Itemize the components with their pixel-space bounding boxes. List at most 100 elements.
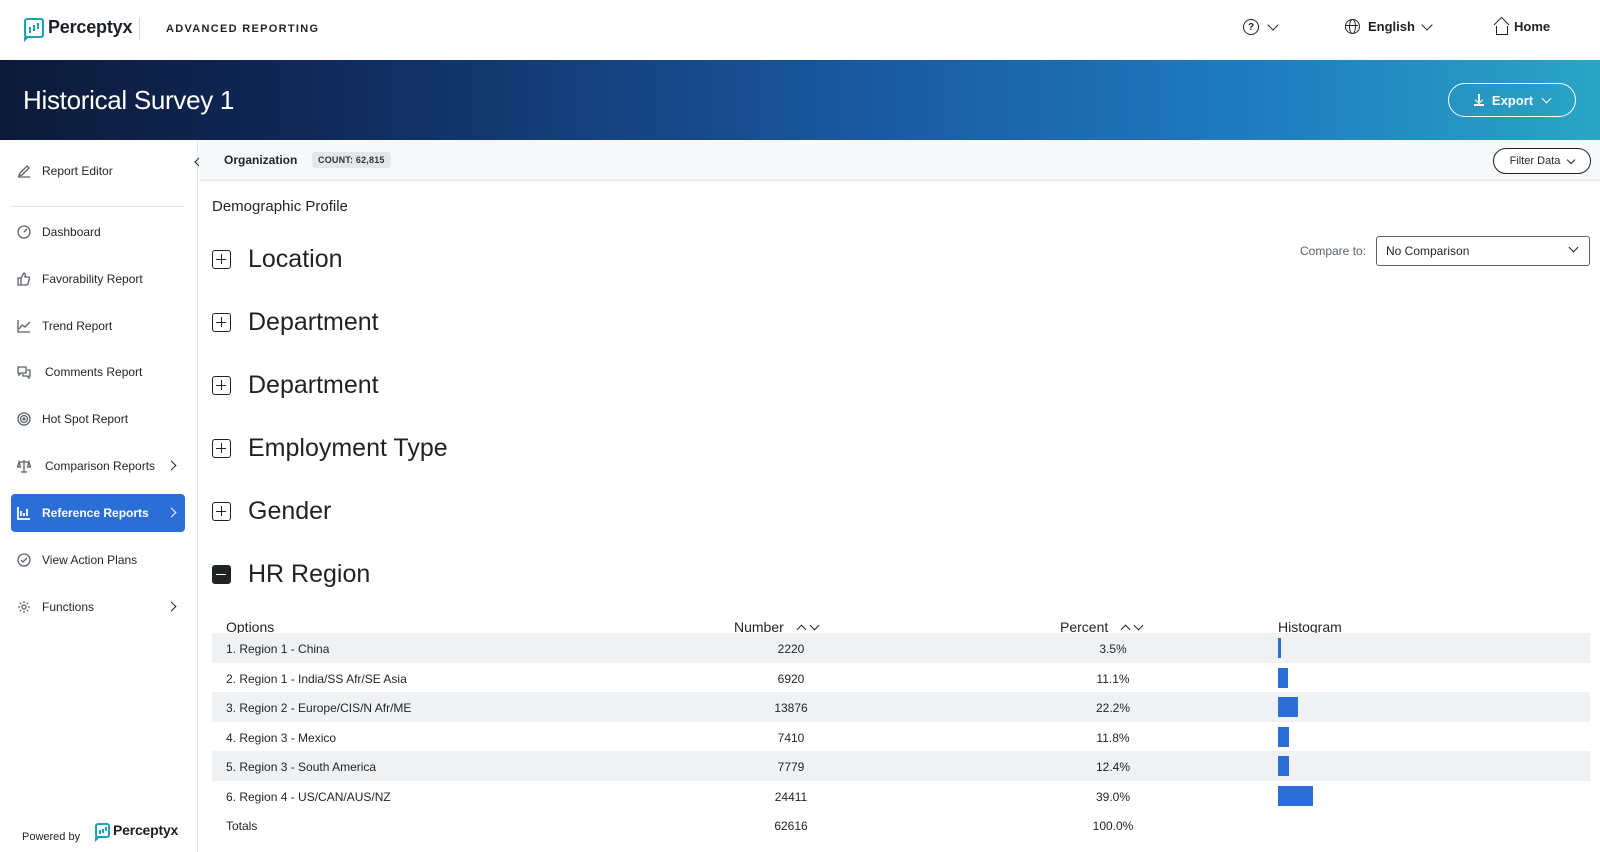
expand-icon[interactable] [212,439,231,458]
percent-cell: 3.5% [1099,642,1127,656]
section-gender[interactable]: Gender [212,497,331,526]
sidebar-item-comparison-reports[interactable]: Comparison Reports [11,447,185,485]
help-icon: ? [1243,19,1259,35]
number-cell: 2220 [777,642,805,656]
sort-descending-icon[interactable] [809,620,820,631]
organization-label: Organization [224,153,298,167]
expand-icon[interactable] [212,376,231,395]
gauge-icon [17,225,31,239]
compare-to-label: Compare to: [1300,244,1367,258]
language-selector[interactable]: English [1345,18,1433,34]
table-totals-row: Totals 62616 100.0% [212,810,1590,840]
histogram-bar [1278,786,1314,806]
sidebar-item-dashboard[interactable]: Dashboard [11,213,185,251]
powered-by-label: Powered by [22,831,81,843]
section-title: Department [248,308,379,336]
perceptyx-logo[interactable]: Perceptyx [24,17,133,42]
section-title: HR Region [248,560,371,588]
pencil-icon [17,165,30,178]
section-title: Employment Type [248,434,448,462]
header-divider [139,18,140,40]
bar-chart-icon [17,507,30,520]
totals-label: Totals [226,819,258,833]
collapse-icon[interactable] [212,565,231,584]
powered-brand-name: Perceptyx [113,822,179,838]
number-cell: 13876 [774,701,808,715]
section-title: Location [248,245,343,273]
globe-icon [1345,19,1360,34]
histogram-bar [1278,668,1288,688]
gear-icon [18,601,30,613]
percent-cell: 11.8% [1096,731,1130,745]
percent-cell: 22.2% [1095,701,1131,715]
section-title: Department [248,371,379,399]
sidebar-item-favorability-report[interactable]: Favorability Report [11,260,185,298]
sidebar-item-comments-report[interactable]: Comments Report [11,353,185,391]
section-department-2[interactable]: Department [212,371,379,400]
chevron-right-icon [166,460,177,471]
scale-icon [17,459,31,473]
section-hr-region[interactable]: HR Region [212,560,370,589]
option-cell: 2. Region 1 - India/SS Afr/SE Asia [226,672,407,686]
number-cell: 7779 [777,760,805,774]
section-location[interactable]: Location [212,245,343,274]
table-row: 3. Region 2 - Europe/CIS/N Afr/ME 13876 … [212,692,1590,722]
sidebar-item-label: Hot Spot Report [42,412,129,426]
histogram-bar [1278,727,1289,747]
sidebar-item-label: Trend Report [42,319,113,333]
percent-cell: 11.1% [1096,672,1130,686]
table-row: 4. Region 3 - Mexico 7410 11.8% [212,722,1590,752]
chevron-down-icon [1267,19,1279,31]
chevron-down-icon [1568,242,1579,253]
home-link[interactable]: Home [1494,19,1550,35]
expand-icon[interactable] [212,313,231,332]
export-label: Export [1491,92,1534,108]
page-banner: Historical Survey 1 Export [0,60,1600,140]
sidebar-item-view-action-plans[interactable]: View Action Plans [11,541,185,579]
chevron-right-icon [166,507,177,518]
sidebar-item-label: Reference Reports [42,506,149,520]
export-button[interactable]: Export [1448,83,1576,117]
expand-icon[interactable] [212,502,231,521]
sidebar-item-reference-reports[interactable]: Reference Reports [11,494,185,532]
sidebar-item-label: Favorability Report [42,272,143,286]
percent-cell: 12.4% [1095,760,1131,774]
top-bar: Perceptyx ADVANCED REPORTING ? English H… [0,0,1600,60]
option-cell: 5. Region 3 - South America [226,760,377,774]
download-icon [1473,94,1484,106]
table-row: 6. Region 4 - US/CAN/AUS/NZ 24411 39.0% [212,781,1590,811]
language-label: English [1368,19,1415,34]
number-cell: 24411 [774,790,808,804]
option-cell: 3. Region 2 - Europe/CIS/N Afr/ME [226,701,412,715]
section-department[interactable]: Department [212,308,379,337]
histogram-bar [1278,697,1298,717]
app-section-name: ADVANCED REPORTING [166,23,320,35]
sidebar-item-label: Comparison Reports [45,459,156,473]
compare-to-value: No Comparison [1386,244,1470,258]
brand-name: Perceptyx [48,17,133,37]
option-cell: 4. Region 3 - Mexico [226,731,337,745]
chevron-down-icon [1421,18,1433,31]
sidebar-item-label: Report Editor [42,164,113,178]
sidebar-item-label: View Action Plans [42,553,138,567]
chat-bubbles-icon [17,366,31,379]
compare-to-select[interactable]: No Comparison [1376,236,1590,266]
sidebar-item-trend-report[interactable]: Trend Report [11,307,185,345]
expand-icon[interactable] [212,250,231,269]
section-title: Gender [248,497,332,525]
filter-data-button[interactable]: Filter Data [1493,148,1591,174]
table-row: 1. Region 1 - China 2220 3.5% [212,633,1590,663]
help-menu-button[interactable]: ? [1243,19,1279,35]
number-cell: 6920 [777,672,805,686]
option-cell: 6. Region 4 - US/CAN/AUS/NZ [226,790,391,804]
filter-bar: Organization COUNT: 62,815 Filter Data [199,140,1600,181]
trend-line-icon [17,320,31,333]
sidebar-item-report-editor[interactable]: Report Editor [11,152,185,190]
chevron-down-icon [1567,155,1576,164]
sidebar-item-hot-spot-report[interactable]: Hot Spot Report [11,400,185,438]
section-employment-type[interactable]: Employment Type [212,434,448,463]
sidebar-item-functions[interactable]: Functions [11,588,185,626]
target-icon [17,412,31,426]
sort-descending-icon[interactable] [1133,620,1144,631]
sidebar-item-label: Comments Report [45,365,143,379]
